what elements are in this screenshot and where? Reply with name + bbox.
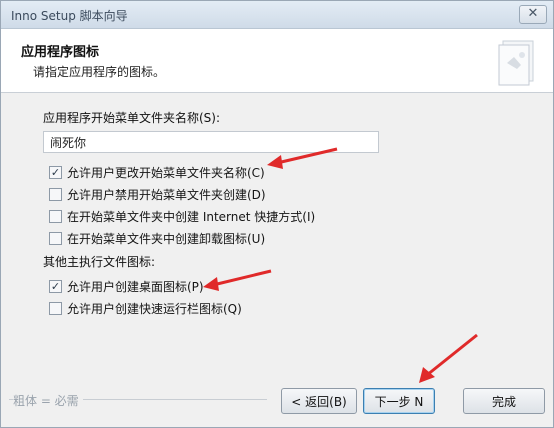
footer-note: 粗体 = 必需: [13, 392, 83, 409]
wizard-window: Inno Setup 脚本向导 ✕ 应用程序图标 请指定应用程序的图标。 应用程…: [0, 0, 554, 428]
finish-button[interactable]: 完成: [463, 388, 545, 414]
checkbox-uninstall-icon[interactable]: [49, 231, 62, 245]
wizard-header: 应用程序图标 请指定应用程序的图标。: [1, 29, 553, 93]
option-uninstall-icon[interactable]: 在开始菜单文件夹中创建卸载图标(U): [49, 229, 265, 247]
option-quicklaunch-icon[interactable]: 允许用户创建快速运行栏图标(Q): [49, 299, 242, 317]
checkbox-allow-disable-folder[interactable]: [49, 187, 62, 201]
folder-name-label: 应用程序开始菜单文件夹名称(S):: [43, 111, 221, 125]
page-title: 应用程序图标: [21, 45, 100, 60]
option-label: 允许用户创建快速运行栏图标(Q): [67, 301, 242, 316]
other-icons-label: 其他主执行文件图标:: [43, 255, 156, 269]
option-label: 在开始菜单文件夹中创建卸载图标(U): [67, 231, 266, 246]
option-internet-shortcut[interactable]: 在开始菜单文件夹中创建 Internet 快捷方式(I): [49, 207, 315, 225]
option-allow-change-folder[interactable]: ✓ 允许用户更改开始菜单文件夹名称(C): [49, 163, 265, 181]
option-label: 允许用户创建桌面图标(P): [67, 279, 204, 294]
option-label: 允许用户更改开始菜单文件夹名称(C): [67, 165, 265, 180]
page-subtitle: 请指定应用程序的图标。: [33, 65, 166, 79]
form-panel: 应用程序开始菜单文件夹名称(S): ✓ 允许用户更改开始菜单文件夹名称(C) 允…: [39, 101, 519, 371]
checkbox-quicklaunch-icon[interactable]: [49, 301, 62, 315]
back-button[interactable]: < 返回(B): [281, 388, 357, 414]
checkbox-allow-change-folder[interactable]: ✓: [49, 165, 62, 179]
wizard-icon: [498, 40, 534, 86]
option-allow-disable-folder[interactable]: 允许用户禁用开始菜单文件夹创建(D): [49, 185, 266, 203]
option-label: 在开始菜单文件夹中创建 Internet 快捷方式(I): [67, 209, 316, 224]
checkbox-desktop-icon[interactable]: ✓: [49, 279, 62, 293]
folder-name-input[interactable]: [43, 131, 379, 153]
option-label: 允许用户禁用开始菜单文件夹创建(D): [67, 187, 266, 202]
checkbox-internet-shortcut[interactable]: [49, 209, 62, 223]
next-button[interactable]: 下一步 N: [363, 388, 435, 414]
title-bar[interactable]: Inno Setup 脚本向导 ✕: [1, 1, 553, 29]
window-title: Inno Setup 脚本向导: [11, 9, 128, 23]
option-desktop-icon[interactable]: ✓ 允许用户创建桌面图标(P): [49, 277, 204, 295]
close-button[interactable]: ✕: [519, 5, 547, 24]
